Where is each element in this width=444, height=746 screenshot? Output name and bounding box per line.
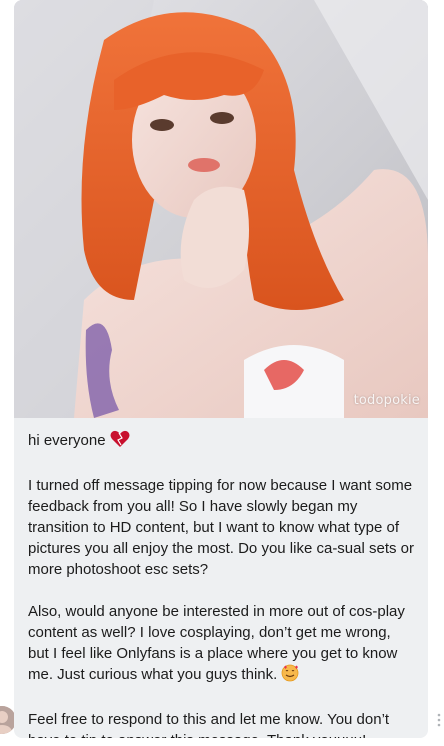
chat-view: todopokie hi everyone I turned off messa… <box>0 0 444 746</box>
paragraph-2: Also, would anyone be interested in more… <box>28 601 414 688</box>
more-options-icon[interactable] <box>436 712 442 728</box>
message-text: hi everyone I turned off message tipping… <box>14 418 428 738</box>
paragraph-3: Feel free to respond to this and let me … <box>28 711 390 738</box>
paragraph-1: I turned off message tipping for now bec… <box>28 477 419 578</box>
photo-illustration <box>14 0 428 418</box>
message-bubble: todopokie hi everyone I turned off messa… <box>14 0 428 738</box>
greeting-text: hi everyone <box>28 432 106 449</box>
greeting-line: hi everyone <box>28 430 414 454</box>
smiling-face-with-hearts-icon <box>281 664 299 688</box>
photo-watermark: todopokie <box>353 393 420 408</box>
paragraph-2-text: Also, would anyone be interested in more… <box>28 603 410 683</box>
heart-icon <box>110 430 130 454</box>
message-photo[interactable]: todopokie <box>14 0 428 418</box>
